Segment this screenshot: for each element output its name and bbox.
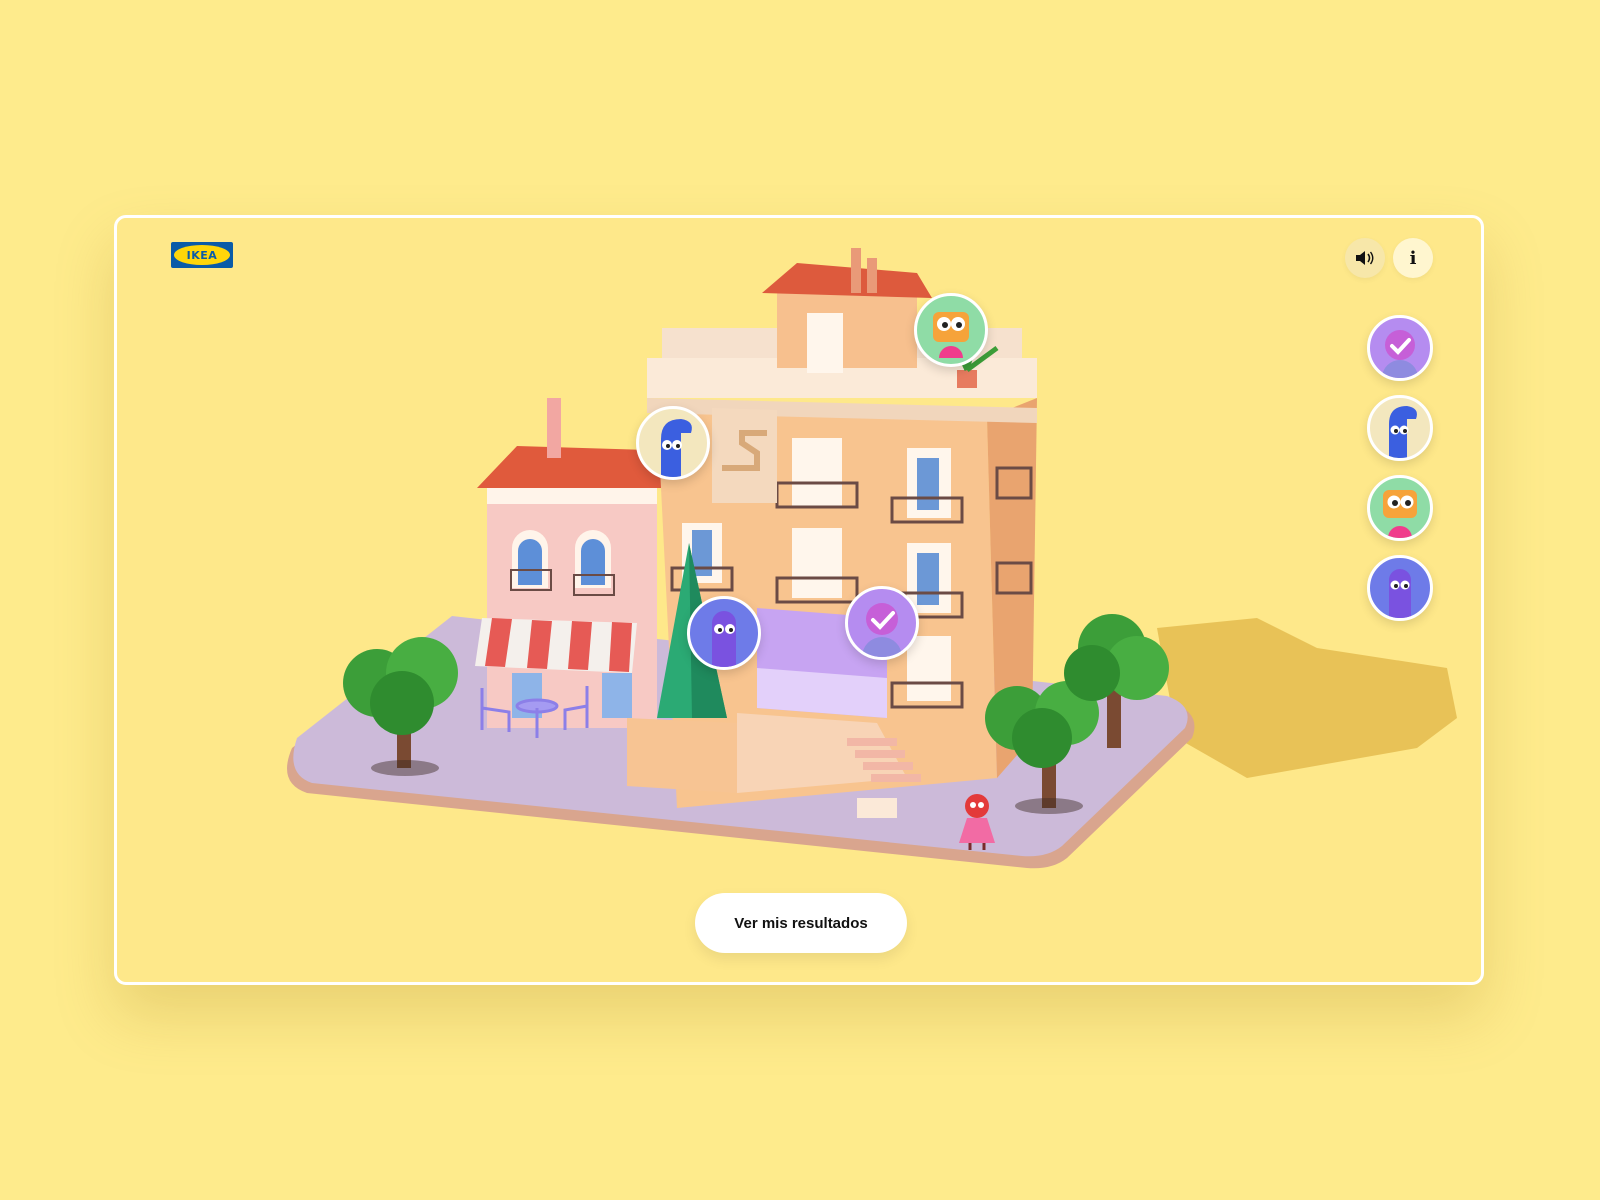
avatar-purple-tall-character[interactable] <box>1367 555 1433 621</box>
view-results-button[interactable]: Ver mis resultados <box>695 893 907 953</box>
marker-blue-bent-character[interactable] <box>636 406 710 480</box>
scene-shadow <box>1157 618 1457 778</box>
character-list <box>1367 315 1433 621</box>
orange-character-icon <box>1383 490 1417 538</box>
blue-bent-character-icon <box>1389 406 1417 458</box>
marker-purple-tall-character[interactable] <box>687 596 761 670</box>
app-frame: IKEA i Ver mis resultados <box>114 215 1484 985</box>
check-icon <box>862 603 902 657</box>
purple-tall-character-icon <box>1389 569 1411 618</box>
marker-orange-character[interactable] <box>914 293 988 367</box>
blue-bent-character-icon <box>661 419 692 477</box>
check-icon <box>1382 330 1418 378</box>
orange-character-icon <box>933 312 969 358</box>
town-scene <box>287 248 1457 869</box>
purple-tall-character-icon <box>712 611 736 667</box>
avatar-blue-bent-character[interactable] <box>1367 395 1433 461</box>
marker-purple-check[interactable] <box>845 586 919 660</box>
avatar-orange-square-character[interactable] <box>1367 475 1433 541</box>
avatar-purple-heart-check[interactable] <box>1367 315 1433 381</box>
